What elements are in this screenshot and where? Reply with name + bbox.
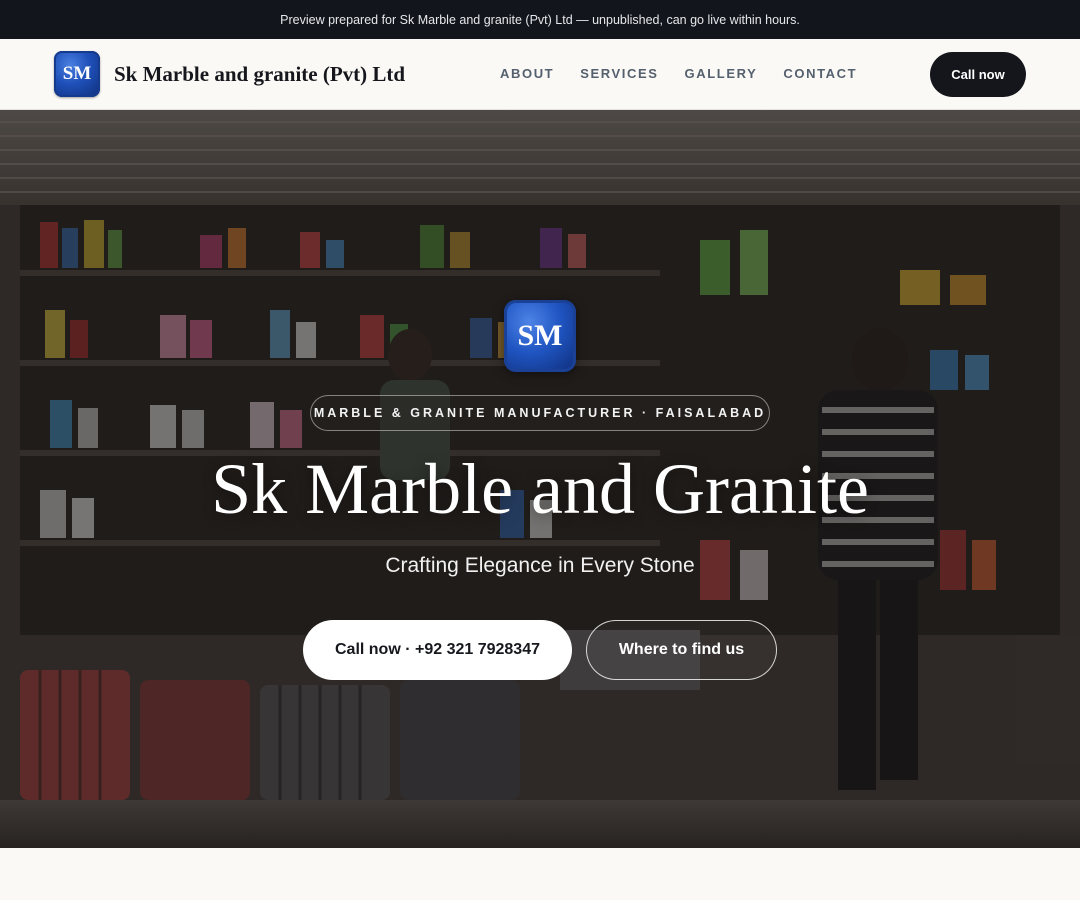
main-nav: ABOUT SERVICES GALLERY CONTACT	[500, 66, 857, 81]
preview-banner: Preview prepared for Sk Marble and grani…	[0, 0, 1080, 39]
logo-monogram: SM	[62, 63, 92, 84]
nav-link-services[interactable]: SERVICES	[580, 66, 658, 81]
site-header: SM Sk Marble and granite (Pvt) Ltd ABOUT…	[0, 39, 1080, 110]
nav-link-about[interactable]: ABOUT	[500, 66, 554, 81]
hero-location-button[interactable]: Where to find us	[586, 620, 777, 680]
preview-notice-text: Preview prepared for Sk Marble and grani…	[280, 12, 800, 27]
company-logo[interactable]: SM	[54, 51, 100, 97]
nav-link-gallery[interactable]: GALLERY	[685, 66, 758, 81]
hero-subtitle: Crafting Elegance in Every Stone	[385, 554, 695, 577]
hero-kicker-pill: MARBLE & GRANITE MANUFACTURER · FAISALAB…	[310, 395, 770, 431]
next-section	[0, 848, 1080, 900]
brand-name[interactable]: Sk Marble and granite (Pvt) Ltd	[114, 62, 405, 87]
nav-link-contact[interactable]: CONTACT	[783, 66, 857, 81]
header-call-button[interactable]: Call now	[930, 52, 1026, 97]
hero-logo: SM	[504, 300, 576, 372]
hero-call-button[interactable]: Call now · +92 321 7928347	[303, 620, 572, 680]
hero-logo-monogram: SM	[517, 319, 563, 352]
hero-section: SM MARBLE & GRANITE MANUFACTURER · FAISA…	[0, 110, 1080, 848]
hero-title: Sk Marble and Granite	[211, 449, 869, 529]
